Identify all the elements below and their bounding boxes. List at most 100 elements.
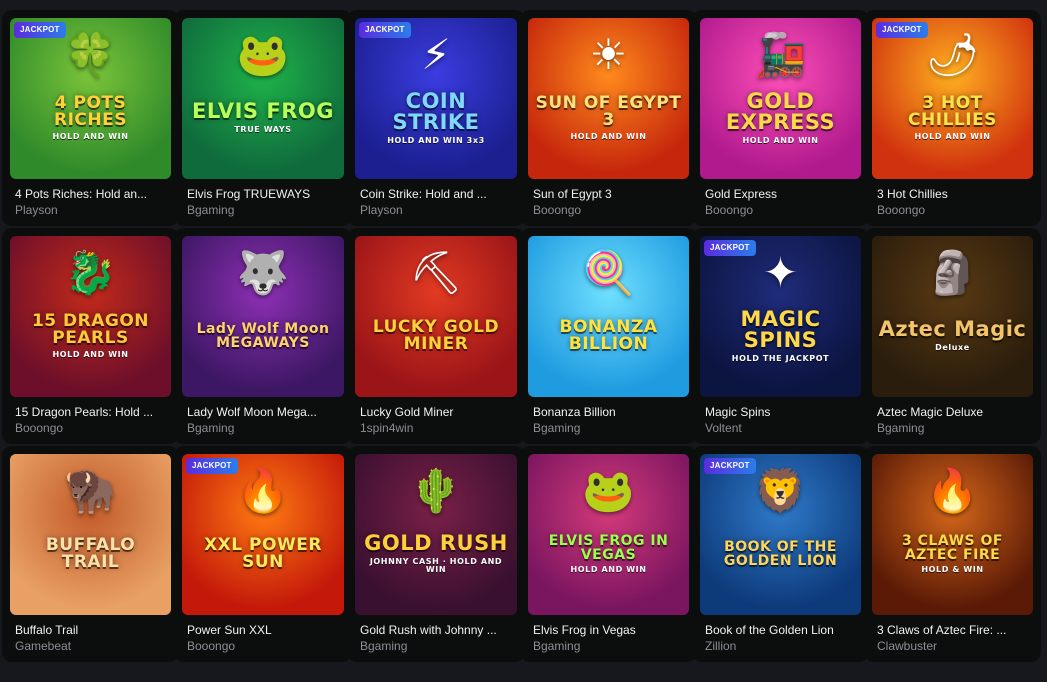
game-thumbnail[interactable]: ☀ SUN OF EGYPT 3 HOLD AND WIN bbox=[528, 18, 689, 179]
game-card[interactable]: 🐺 Lady Wolf Moon MEGAWAYS Lady Wolf Moon M… bbox=[174, 228, 352, 444]
game-thumbnail[interactable]: ⛏ LUCKY GOLD MINER bbox=[355, 236, 517, 397]
game-card[interactable]: 🔥 3 CLAWS OF AZTEC FIRE HOLD & WIN 3 Claws … bbox=[864, 446, 1041, 662]
miner-icon: ⛏ bbox=[409, 249, 463, 296]
train-icon: 🚂 bbox=[754, 31, 807, 78]
game-thumbnail[interactable]: 🍀 4 POTS RICHES HOLD AND WIN bbox=[10, 18, 171, 179]
game-title[interactable]: Book of the Golden Lion bbox=[705, 623, 855, 637]
game-art-title: BUFFALO TRAIL bbox=[45, 534, 136, 572]
game-title[interactable]: 3 Claws of Aztec Fire: ... bbox=[877, 623, 1027, 637]
game-art-title: COIN STRIKE HOLD AND WIN 3x3 bbox=[355, 90, 517, 145]
game-title[interactable]: 3 Hot Chillies bbox=[877, 187, 1027, 201]
game-provider: Booongo bbox=[15, 421, 64, 435]
game-card[interactable]: ⛏ LUCKY GOLD MINER Lucky Gold Miner 1spin4w… bbox=[347, 228, 525, 444]
game-card[interactable]: ✦ MAGIC SPINS HOLD THE JACKPOT JACKPOT Magic… bbox=[692, 228, 869, 444]
game-thumbnail[interactable]: 🦬 BUFFALO TRAIL bbox=[10, 454, 171, 615]
game-provider: Gamebeat bbox=[15, 639, 72, 653]
game-meta: Book of the Golden Lion Zillion bbox=[700, 615, 861, 653]
candy-icon: 🍭 bbox=[582, 249, 635, 296]
game-title[interactable]: Lady Wolf Moon Mega... bbox=[187, 405, 337, 419]
sun-icon: ☀ bbox=[589, 31, 628, 78]
game-card[interactable]: 🐸 ELVIS FROG IN VEGAS HOLD AND WIN Elvis Fr… bbox=[520, 446, 697, 662]
game-art-title: ELVIS FROG IN VEGAS HOLD AND WIN bbox=[528, 534, 689, 574]
game-title[interactable]: Elvis Frog in Vegas bbox=[533, 623, 683, 637]
game-card[interactable]: 🐸 ELVIS FROG TRUE WAYS Elvis Frog TRUEWAYS B… bbox=[174, 10, 352, 226]
game-title[interactable]: Gold Rush with Johnny ... bbox=[360, 623, 510, 637]
game-provider: Bgaming bbox=[187, 421, 235, 435]
lion-icon: 🦁 bbox=[754, 467, 807, 514]
game-meta: Gold Express Booongo bbox=[700, 179, 861, 217]
aztec-warrior-icon: 🗿 bbox=[926, 249, 979, 296]
game-art-title: GOLD RUSH JOHNNY CASH · HOLD AND WIN bbox=[355, 533, 517, 574]
jackpot-badge: JACKPOT bbox=[876, 22, 928, 38]
game-provider: Bgaming bbox=[187, 203, 235, 217]
game-thumbnail[interactable]: 🐺 Lady Wolf Moon MEGAWAYS bbox=[182, 236, 344, 397]
game-card[interactable]: 🌵 GOLD RUSH JOHNNY CASH · HOLD AND WIN Gold… bbox=[347, 446, 525, 662]
game-thumbnail[interactable]: 🚂 GOLD EXPRESS HOLD AND WIN bbox=[700, 18, 861, 179]
game-card[interactable]: 🗿 Aztec Magic Deluxe Aztec Magic Deluxe Bgam… bbox=[864, 228, 1041, 444]
jackpot-badge: JACKPOT bbox=[14, 22, 66, 38]
game-title[interactable]: 15 Dragon Pearls: Hold ... bbox=[15, 405, 165, 419]
game-title[interactable]: Elvis Frog TRUEWAYS bbox=[187, 187, 337, 201]
game-art-subtitle: HOLD AND WIN bbox=[742, 135, 819, 145]
game-meta: Bonanza Billion Bgaming bbox=[528, 397, 689, 435]
game-art-subtitle: HOLD AND WIN bbox=[52, 131, 129, 141]
game-card[interactable]: 🍀 4 POTS RICHES HOLD AND WIN JACKPOT 4 Pots … bbox=[2, 10, 179, 226]
game-meta: Sun of Egypt 3 Booongo bbox=[528, 179, 689, 217]
game-card[interactable]: 🦁 BOOK OF THE GOLDEN LION JACKPOT Book of t… bbox=[692, 446, 869, 662]
game-thumbnail[interactable]: ✦ MAGIC SPINS HOLD THE JACKPOT bbox=[700, 236, 861, 397]
game-art-title: XXL POWER SUN bbox=[204, 534, 322, 572]
game-thumbnail[interactable]: 🦁 BOOK OF THE GOLDEN LION bbox=[700, 454, 861, 615]
game-thumbnail[interactable]: 🐉 15 DRAGON PEARLS HOLD AND WIN bbox=[10, 236, 171, 397]
game-card[interactable]: 🦬 BUFFALO TRAIL Buffalo Trail Gamebeat bbox=[2, 446, 179, 662]
game-thumbnail[interactable]: 🔥 XXL POWER SUN bbox=[182, 454, 344, 615]
game-art-title: BOOK OF THE GOLDEN LION bbox=[723, 538, 838, 569]
game-provider: Voltent bbox=[705, 421, 742, 435]
game-title[interactable]: Lucky Gold Miner bbox=[360, 405, 510, 419]
game-art-title: 15 DRAGON PEARLS HOLD AND WIN bbox=[10, 312, 171, 359]
buffalo-icon: 🦬 bbox=[64, 467, 117, 514]
game-provider: Playson bbox=[360, 203, 403, 217]
game-title[interactable]: Sun of Egypt 3 bbox=[533, 187, 683, 201]
game-card[interactable]: 🚂 GOLD EXPRESS HOLD AND WIN Gold Express Boo… bbox=[692, 10, 869, 226]
game-card[interactable]: ⚡ COIN STRIKE HOLD AND WIN 3x3 JACKPOT Coin … bbox=[347, 10, 525, 226]
game-art-title: GOLD EXPRESS HOLD AND WIN bbox=[700, 90, 861, 145]
game-meta: Lucky Gold Miner 1spin4win bbox=[355, 397, 517, 435]
game-card[interactable]: ☀ SUN OF EGYPT 3 HOLD AND WIN Sun of Egypt … bbox=[520, 10, 697, 226]
game-card[interactable]: 🐉 15 DRAGON PEARLS HOLD AND WIN 15 Dragon P… bbox=[2, 228, 179, 444]
game-art-title: 3 HOT CHILLIES HOLD AND WIN bbox=[872, 94, 1033, 141]
game-card[interactable]: 🌶 3 HOT CHILLIES HOLD AND WIN JACKPOT 3 Hot … bbox=[864, 10, 1041, 226]
game-meta: 4 Pots Riches: Hold an... Playson bbox=[10, 179, 171, 217]
game-title[interactable]: Bonanza Billion bbox=[533, 405, 683, 419]
game-provider: Booongo bbox=[877, 203, 926, 217]
game-card[interactable]: 🔥 XXL POWER SUN JACKPOT Power Sun XXL Booong… bbox=[174, 446, 352, 662]
game-thumbnail[interactable]: 🔥 3 CLAWS OF AZTEC FIRE HOLD & WIN bbox=[872, 454, 1033, 615]
game-thumbnail[interactable]: 🌵 GOLD RUSH JOHNNY CASH · HOLD AND WIN bbox=[355, 454, 517, 615]
game-art-subtitle: HOLD AND WIN bbox=[570, 564, 647, 574]
game-art-title: ELVIS FROG TRUE WAYS bbox=[192, 99, 334, 134]
game-art-title: 4 POTS RICHES HOLD AND WIN bbox=[10, 94, 171, 141]
game-card[interactable]: 🍭 BONANZA BILLION Bonanza Billion Bgaming bbox=[520, 228, 697, 444]
game-title[interactable]: Coin Strike: Hold and ... bbox=[360, 187, 510, 201]
game-thumbnail[interactable]: 🍭 BONANZA BILLION bbox=[528, 236, 689, 397]
game-title[interactable]: 4 Pots Riches: Hold an... bbox=[15, 187, 165, 201]
game-art-subtitle: HOLD AND WIN bbox=[52, 349, 129, 359]
game-meta: Power Sun XXL Booongo bbox=[182, 615, 344, 653]
fire-icon: 🔥 bbox=[236, 467, 290, 514]
game-thumbnail[interactable]: 🐸 ELVIS FROG TRUE WAYS bbox=[182, 18, 344, 179]
game-meta: Lady Wolf Moon Mega... Bgaming bbox=[182, 397, 344, 435]
game-title[interactable]: Gold Express bbox=[705, 187, 855, 201]
game-thumbnail[interactable]: ⚡ COIN STRIKE HOLD AND WIN 3x3 bbox=[355, 18, 517, 179]
cactus-icon: 🌵 bbox=[409, 467, 463, 514]
game-thumbnail[interactable]: 🐸 ELVIS FROG IN VEGAS HOLD AND WIN bbox=[528, 454, 689, 615]
game-provider: Booongo bbox=[187, 639, 236, 653]
game-thumbnail[interactable]: 🗿 Aztec Magic Deluxe bbox=[872, 236, 1033, 397]
game-title[interactable]: Power Sun XXL bbox=[187, 623, 337, 637]
jackpot-badge: JACKPOT bbox=[704, 240, 756, 256]
game-art-subtitle: HOLD AND WIN bbox=[570, 131, 647, 141]
lightning-coin-icon: ⚡ bbox=[421, 31, 451, 78]
game-title[interactable]: Aztec Magic Deluxe bbox=[877, 405, 1027, 419]
game-provider: Bgaming bbox=[533, 421, 581, 435]
game-thumbnail[interactable]: 🌶 3 HOT CHILLIES HOLD AND WIN bbox=[872, 18, 1033, 179]
game-title[interactable]: Buffalo Trail bbox=[15, 623, 165, 637]
game-title[interactable]: Magic Spins bbox=[705, 405, 855, 419]
